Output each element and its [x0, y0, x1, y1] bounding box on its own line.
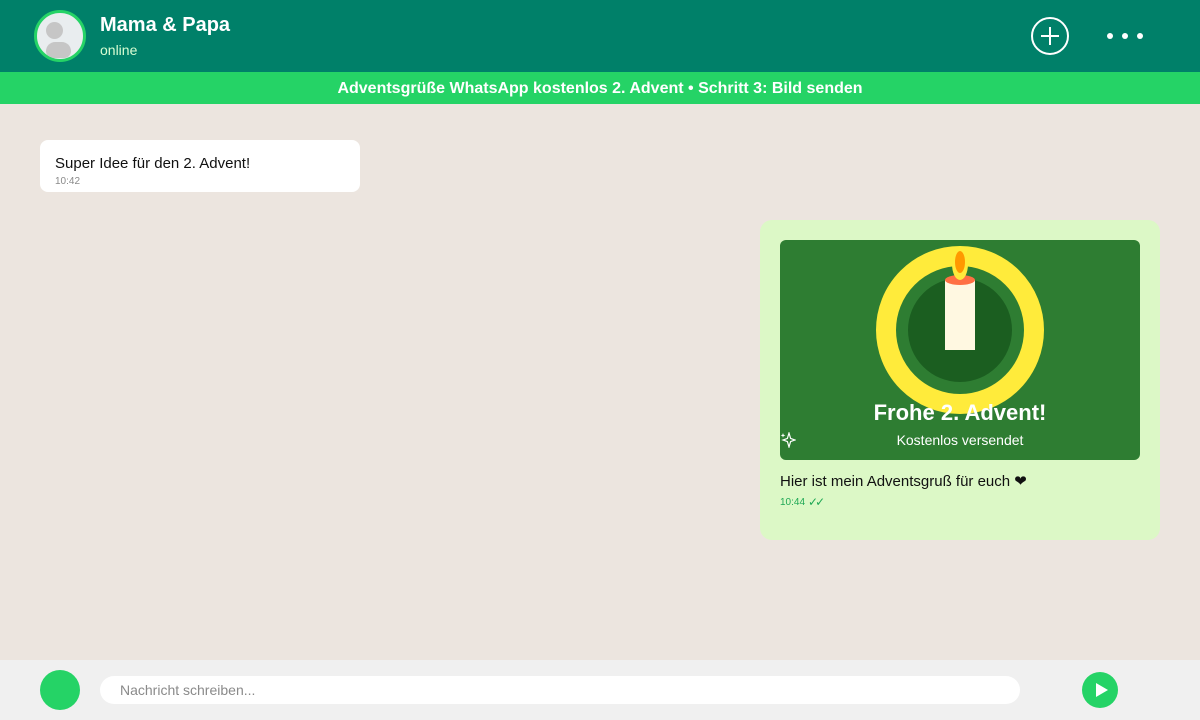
flame — [955, 251, 965, 273]
message-text: Hier ist mein Adventsgruß für euch ❤ — [780, 473, 1027, 490]
avatar-head — [46, 22, 63, 39]
emoji-icon[interactable] — [40, 670, 80, 710]
contact-status: online — [100, 42, 138, 58]
send-icon[interactable] — [1082, 672, 1118, 708]
plus-circle-icon[interactable] — [1031, 17, 1069, 55]
step-banner: Adventsgrüße WhatsApp kostenlos 2. Adven… — [0, 72, 1200, 104]
dot — [1107, 33, 1113, 39]
avatar-body — [46, 42, 71, 58]
incoming-message-bubble[interactable]: Super Idee für den 2. Advent! 10:42 — [40, 140, 360, 192]
composer-bar — [0, 660, 1200, 720]
message-time: 10:44 — [780, 497, 806, 508]
double-check-icon: ✓✓ — [808, 495, 825, 509]
advent-wreath-candle-illustration — [876, 246, 1044, 414]
person-avatar-icon[interactable] — [34, 10, 86, 62]
more-dots-icon[interactable] — [1100, 26, 1150, 46]
sparkle-icon — [780, 432, 796, 448]
outgoing-message-bubble[interactable]: Frohe 2. Advent! Kostenlos versendet Hie… — [760, 220, 1160, 540]
card-subtitle-row: Kostenlos versendet — [780, 432, 1140, 448]
message-input[interactable] — [100, 676, 1020, 704]
candle — [945, 280, 975, 350]
chat-header: Mama & Papa online — [0, 0, 1200, 72]
dot — [1122, 33, 1128, 39]
advent-greeting-image[interactable]: Frohe 2. Advent! Kostenlos versendet — [780, 240, 1140, 460]
message-meta: 10:44 ✓✓ — [780, 495, 825, 509]
message-text: Super Idee für den 2. Advent! — [55, 155, 251, 172]
message-time: 10:42 — [55, 176, 81, 187]
contact-name[interactable]: Mama & Papa — [100, 14, 230, 37]
card-subtitle: Kostenlos versendet — [896, 432, 1024, 448]
dot — [1137, 33, 1143, 39]
card-title: Frohe 2. Advent! — [873, 400, 1047, 425]
